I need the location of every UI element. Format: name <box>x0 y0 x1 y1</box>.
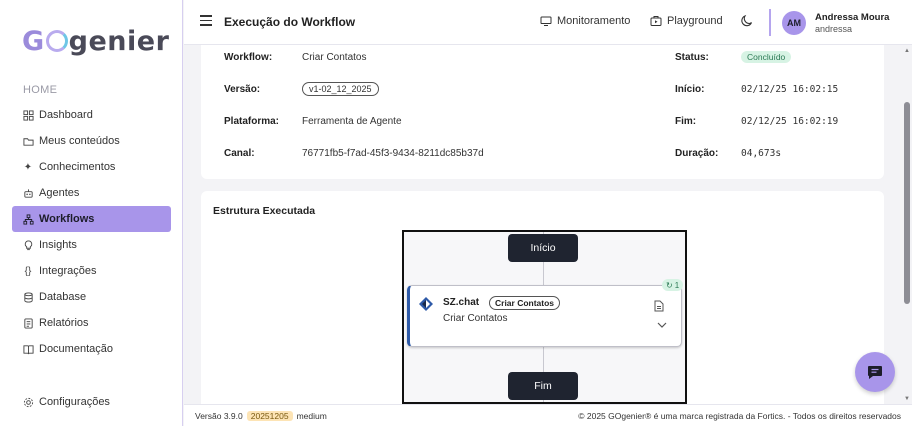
sparkle-icon: ✦ <box>23 161 33 173</box>
status-badge: Concluído <box>741 51 792 63</box>
monitoramento-link[interactable]: Monitoramento <box>540 15 630 27</box>
app-logo[interactable]: Ggenier <box>22 26 169 57</box>
gear-icon <box>22 396 34 408</box>
avatar[interactable]: AM <box>782 11 806 35</box>
logo-ring-icon <box>45 30 68 52</box>
channel-value: 76771fb5-f7ad-45f3-9434-8211dc85b37d <box>302 148 484 159</box>
playground-icon <box>650 16 662 26</box>
version-text: Versão 3.9.0 <box>195 411 243 421</box>
channel-label: Canal: <box>224 148 255 159</box>
sidebar-item-documentacao[interactable]: Documentação <box>12 336 171 362</box>
status-label: Status: <box>675 52 709 63</box>
sidebar-item-label: Meus conteúdos <box>39 135 120 147</box>
sidebar-item-relatorios[interactable]: Relatórios <box>12 310 171 336</box>
platform-label: Plataforma: <box>224 116 280 127</box>
szchat-logo-icon <box>419 297 433 311</box>
duration-value: 04,673s <box>741 148 782 159</box>
header-divider <box>769 9 771 36</box>
database-icon <box>22 291 34 303</box>
chat-icon <box>868 366 882 379</box>
retry-count: 1 <box>674 280 680 290</box>
footer: Versão 3.9.0 20251205 medium © 2025 GOge… <box>184 404 912 426</box>
sidebar-item-workflows[interactable]: Workflows <box>12 206 171 232</box>
sidebar-item-label: Relatórios <box>39 317 89 329</box>
end-node[interactable]: Fim <box>508 372 578 400</box>
version-label: Versão: <box>224 84 261 95</box>
menu-icon[interactable] <box>200 15 212 26</box>
nav-section-home: HOME <box>23 84 58 96</box>
end-label: Fim: <box>675 116 697 127</box>
workflow-diagram[interactable]: Início SZ.chat Criar Contatos Criar Cont… <box>402 230 687 404</box>
lightbulb-icon <box>22 239 34 251</box>
braces-icon: {} <box>24 265 32 277</box>
sidebar-item-label: Agentes <box>39 187 80 199</box>
build-badge: 20251205 <box>246 411 293 421</box>
playground-label: Playground <box>667 15 723 27</box>
workflow-label: Workflow: <box>224 52 273 63</box>
main-content: Workflow: Criar Contatos Versão: v1-02_1… <box>184 45 902 404</box>
footer-version: Versão 3.9.0 20251205 medium <box>195 411 327 421</box>
sidebar-item-configuracoes[interactable]: Configurações <box>12 389 171 415</box>
user-login: andressa <box>815 24 853 34</box>
start-value: 02/12/25 16:02:15 <box>741 84 839 95</box>
top-bar: Execução do Workflow Monitoramento Playg… <box>184 0 912 45</box>
scrollbar-thumb[interactable] <box>904 102 910 304</box>
page-title: Execução do Workflow <box>224 15 356 29</box>
tier-text: medium <box>296 411 327 421</box>
workflow-value: Criar Contatos <box>302 52 367 63</box>
sidebar-item-database[interactable]: Database <box>12 284 171 310</box>
sidebar-item-label: Dashboard <box>39 109 93 121</box>
execution-details-card: Workflow: Criar Contatos Versão: v1-02_1… <box>201 45 884 179</box>
end-value: 02/12/25 16:02:19 <box>741 116 839 127</box>
monitoramento-label: Monitoramento <box>557 15 631 27</box>
sidebar-item-integracoes[interactable]: {} Integrações <box>12 258 171 284</box>
sidebar-item-dashboard[interactable]: Dashboard <box>12 102 171 128</box>
sidebar: Ggenier HOME Dashboard Meus conteúdos ✦ … <box>0 0 183 426</box>
task-node[interactable]: SZ.chat Criar Contatos Criar Contatos <box>407 285 682 347</box>
task-name: SZ.chat <box>443 297 480 308</box>
scroll-up-icon[interactable]: ▲ <box>904 48 910 54</box>
sidebar-item-label: Documentação <box>39 343 113 355</box>
book-icon <box>22 343 34 355</box>
workflow-icon <box>22 213 34 225</box>
task-subtitle: Criar Contatos <box>443 313 508 324</box>
copyright-text: © 2025 GOgenier® é uma marca registrada … <box>578 411 901 421</box>
retry-badge: ↻ 1 <box>662 279 684 291</box>
task-tag: Criar Contatos <box>489 296 561 310</box>
moon-icon[interactable] <box>740 14 754 28</box>
sidebar-item-agentes[interactable]: Agentes <box>12 180 171 206</box>
folder-icon <box>22 135 34 147</box>
sidebar-item-label: Insights <box>39 239 77 251</box>
sidebar-item-label: Configurações <box>39 396 110 408</box>
platform-value: Ferramenta de Agente <box>302 116 402 127</box>
sidebar-item-meus-conteudos[interactable]: Meus conteúdos <box>12 128 171 154</box>
chat-button[interactable] <box>855 352 895 392</box>
sidebar-bottom: Configurações <box>12 389 171 415</box>
monitor-icon <box>540 16 552 26</box>
document-icon[interactable] <box>654 300 664 312</box>
section-title: Estrutura Executada <box>213 205 316 217</box>
sidebar-nav: Dashboard Meus conteúdos ✦ Conhecimentos… <box>12 102 171 362</box>
sidebar-item-label: Database <box>39 291 87 303</box>
start-node[interactable]: Início <box>508 234 578 262</box>
sidebar-item-label: Conhecimentos <box>39 161 116 173</box>
sidebar-item-label: Workflows <box>39 213 95 225</box>
sidebar-item-conhecimentos[interactable]: ✦ Conhecimentos <box>12 154 171 180</box>
retry-icon: ↻ <box>666 280 673 290</box>
logo-letter: G <box>22 26 45 57</box>
sidebar-item-insights[interactable]: Insights <box>12 232 171 258</box>
executed-structure-card: Estrutura Executada Início SZ.chat Criar… <box>201 191 884 404</box>
duration-label: Duração: <box>675 148 719 159</box>
playground-link[interactable]: Playground <box>650 15 723 27</box>
version-badge: v1-02_12_2025 <box>302 82 379 96</box>
user-name: Andressa Moura <box>815 12 890 23</box>
logo-wordmark: genier <box>68 26 170 57</box>
report-icon <box>22 317 34 329</box>
scroll-down-icon[interactable]: ▼ <box>904 396 910 402</box>
start-label: Início: <box>675 84 705 95</box>
chevron-down-icon[interactable] <box>657 321 667 329</box>
grid-icon <box>22 109 34 121</box>
robot-icon <box>22 187 34 199</box>
sidebar-item-label: Integrações <box>39 265 97 277</box>
